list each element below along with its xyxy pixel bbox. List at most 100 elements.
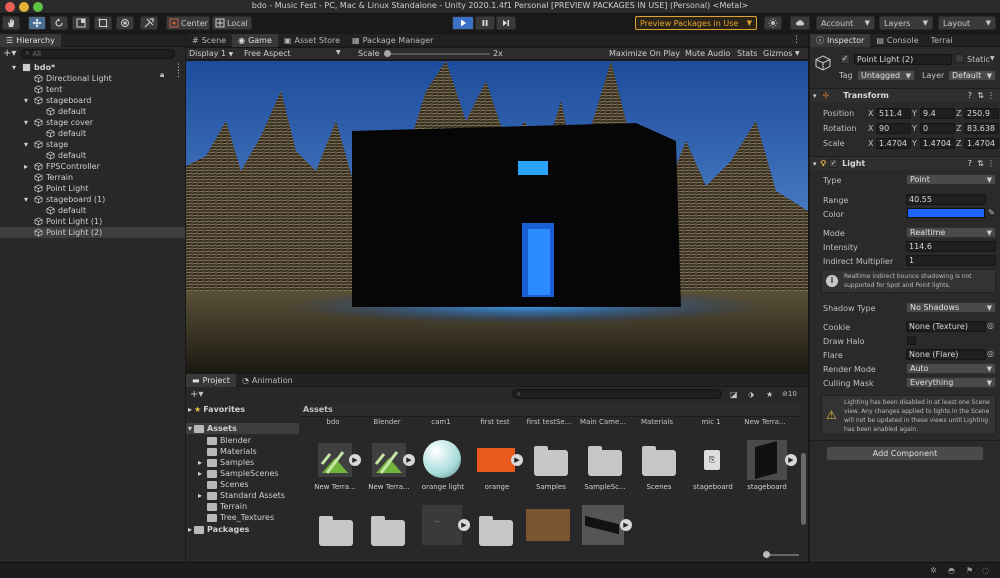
tree-packages[interactable]: ▸ Packages <box>188 524 249 535</box>
mute-audio-toggle[interactable]: Mute Audio <box>685 49 730 58</box>
asset-item[interactable]: orange light <box>418 440 468 491</box>
pivot-local-button[interactable]: Local <box>212 16 252 30</box>
rotation-z-field[interactable]: 83.638 <box>964 123 999 134</box>
step-button[interactable] <box>496 16 516 30</box>
asset-label[interactable]: cam1 <box>414 418 468 426</box>
icon-size-slider[interactable] <box>763 551 799 558</box>
draw-halo-checkbox[interactable] <box>907 336 916 345</box>
rotation-y-field[interactable]: 0 <box>920 123 955 134</box>
asset-label[interactable]: New Terra... <box>738 418 792 426</box>
asset-label[interactable]: Materials <box>630 418 684 426</box>
add-plus-icon[interactable]: +▾ <box>190 389 203 400</box>
play-button[interactable] <box>452 16 474 30</box>
asset-item[interactable]: ▶ New Terra... <box>310 440 361 491</box>
game-view[interactable] <box>186 61 808 373</box>
transform-header[interactable]: ▾ ✢ Transform ? ⇅ ⋮ <box>810 88 1000 102</box>
tab-animation[interactable]: ◔ Animation <box>236 374 299 387</box>
eyedropper-icon[interactable]: ✎ <box>988 208 995 217</box>
pause-button[interactable] <box>475 16 495 30</box>
scale-z-field[interactable]: 1.4704 <box>964 138 999 149</box>
object-name-field[interactable]: Point Light (2) <box>854 54 952 65</box>
cache-icon[interactable]: ◓ <box>948 566 955 575</box>
play-icon[interactable]: ▶ <box>349 454 361 466</box>
pivot-center-button[interactable]: Center <box>166 16 210 30</box>
tab-console[interactable]: ▤ Console <box>870 34 924 47</box>
cookie-field[interactable]: None (Texture) <box>906 321 986 332</box>
asset-folder[interactable] <box>368 510 408 546</box>
account-dropdown[interactable]: Account ▼ <box>816 16 875 30</box>
tab-project[interactable]: ▬ Project <box>186 373 236 387</box>
position-x-field[interactable]: 511.4 <box>876 108 911 119</box>
hierarchy-item[interactable]: Point Light (1) <box>0 216 185 227</box>
intensity-field[interactable]: 114.6 <box>906 241 996 252</box>
hierarchy-item[interactable]: default <box>0 106 185 117</box>
maximize-on-play-toggle[interactable]: Maximize On Play <box>609 49 680 58</box>
hierarchy-item[interactable]: ▾ bdo* <box>0 62 185 73</box>
hierarchy-item[interactable]: default <box>0 128 185 139</box>
cloud-button[interactable] <box>790 16 810 30</box>
scale-x-field[interactable]: 1.4704 <box>876 138 911 149</box>
asset-item[interactable]: ⎘ stageboard <box>688 440 738 491</box>
flare-field[interactable]: None (Flare) <box>906 349 986 360</box>
hierarchy-item[interactable]: ▾ stage <box>0 139 185 150</box>
light-type-dropdown[interactable]: Point ▼ <box>906 174 996 185</box>
rotate-tool-button[interactable] <box>50 16 68 30</box>
x-axis-label[interactable]: X <box>868 139 873 148</box>
light-color-swatch[interactable] <box>907 208 985 218</box>
chevron-down-icon[interactable]: ▾ <box>12 63 16 72</box>
z-axis-label[interactable]: Z <box>956 124 961 133</box>
display-dropdown[interactable]: Display 1 ▼ <box>189 49 241 58</box>
hidden-packages-badge[interactable]: ⊘10 <box>782 390 797 398</box>
more-menu-icon[interactable]: ⋮ <box>987 91 995 100</box>
y-axis-label[interactable]: Y <box>912 109 917 118</box>
play-icon[interactable]: ▶ <box>511 454 523 466</box>
z-axis-label[interactable]: Z <box>956 109 961 118</box>
hierarchy-item[interactable]: ▾ stageboard <box>0 95 185 106</box>
tree-folder-item[interactable]: Scenes <box>198 479 249 490</box>
hierarchy-item[interactable]: Point Light (2) <box>0 227 185 238</box>
filter-type-icon[interactable]: ◪ <box>730 390 738 399</box>
gizmos-dropdown[interactable]: Gizmos <box>763 49 792 58</box>
tree-folder-item[interactable]: ▸ Samples <box>198 457 254 468</box>
tag-dropdown[interactable]: Untagged ▼ <box>857 70 915 81</box>
asset-item[interactable]: Samples <box>526 440 576 491</box>
scale-y-field[interactable]: 1.4704 <box>920 138 955 149</box>
layout-dropdown[interactable]: Layout ▼ <box>938 16 996 30</box>
tree-folder-item[interactable]: ▸ SampleScenes <box>198 468 279 479</box>
tab-scene[interactable]: # Scene <box>186 34 232 47</box>
z-axis-label[interactable]: Z <box>956 139 961 148</box>
asset-item[interactable]: SampleSc... <box>580 440 630 491</box>
flag-icon[interactable]: ⚑ <box>966 566 973 575</box>
chevron-down-icon[interactable]: ▾ <box>24 195 28 204</box>
asset-label[interactable]: mic 1 <box>684 418 738 426</box>
tab-package-manager[interactable]: ▦ Package Manager <box>346 34 439 47</box>
asset-label[interactable]: Blender <box>360 418 414 426</box>
add-plus-icon[interactable]: +▾ <box>3 48 16 59</box>
asset-folder[interactable] <box>316 510 356 546</box>
render-mode-dropdown[interactable]: Auto ▼ <box>906 363 996 374</box>
hierarchy-item[interactable]: Directional Light <box>0 73 185 84</box>
more-menu-icon[interactable]: ⋮ <box>987 159 995 168</box>
asset-wood-texture[interactable] <box>526 509 570 541</box>
layers-dropdown[interactable]: Layers ▼ <box>879 16 933 30</box>
project-scrollbar[interactable] <box>801 453 806 525</box>
chevron-down-icon[interactable]: ▾ <box>24 118 28 127</box>
static-checkbox[interactable] <box>955 54 964 63</box>
asset-audio-thumb[interactable]: ~ ▶ <box>422 505 470 545</box>
hierarchy-item[interactable]: Terrain <box>0 172 185 183</box>
culling-mask-dropdown[interactable]: Everything ▼ <box>906 377 996 388</box>
scale-slider-thumb[interactable] <box>384 50 391 57</box>
tree-folder-item[interactable]: Tree_Textures <box>198 512 274 523</box>
asset-item[interactable]: ▶ orange <box>472 440 523 491</box>
presets-icon[interactable]: ⇅ <box>977 159 984 168</box>
hierarchy-item[interactable]: default <box>0 150 185 161</box>
scale-tool-button[interactable] <box>72 16 90 30</box>
aspect-dropdown[interactable]: Free Aspect ▼ <box>244 49 344 58</box>
y-axis-label[interactable]: Y <box>912 124 917 133</box>
asset-folder[interactable] <box>476 510 516 546</box>
indirect-multiplier-field[interactable]: 1 <box>906 255 996 266</box>
hierarchy-item[interactable]: ▾ stage cover <box>0 117 185 128</box>
asset-mesh-thumb[interactable]: ▶ <box>582 505 632 545</box>
presets-icon[interactable]: ⇅ <box>977 91 984 100</box>
label-icon[interactable]: ⬗ <box>748 390 754 399</box>
